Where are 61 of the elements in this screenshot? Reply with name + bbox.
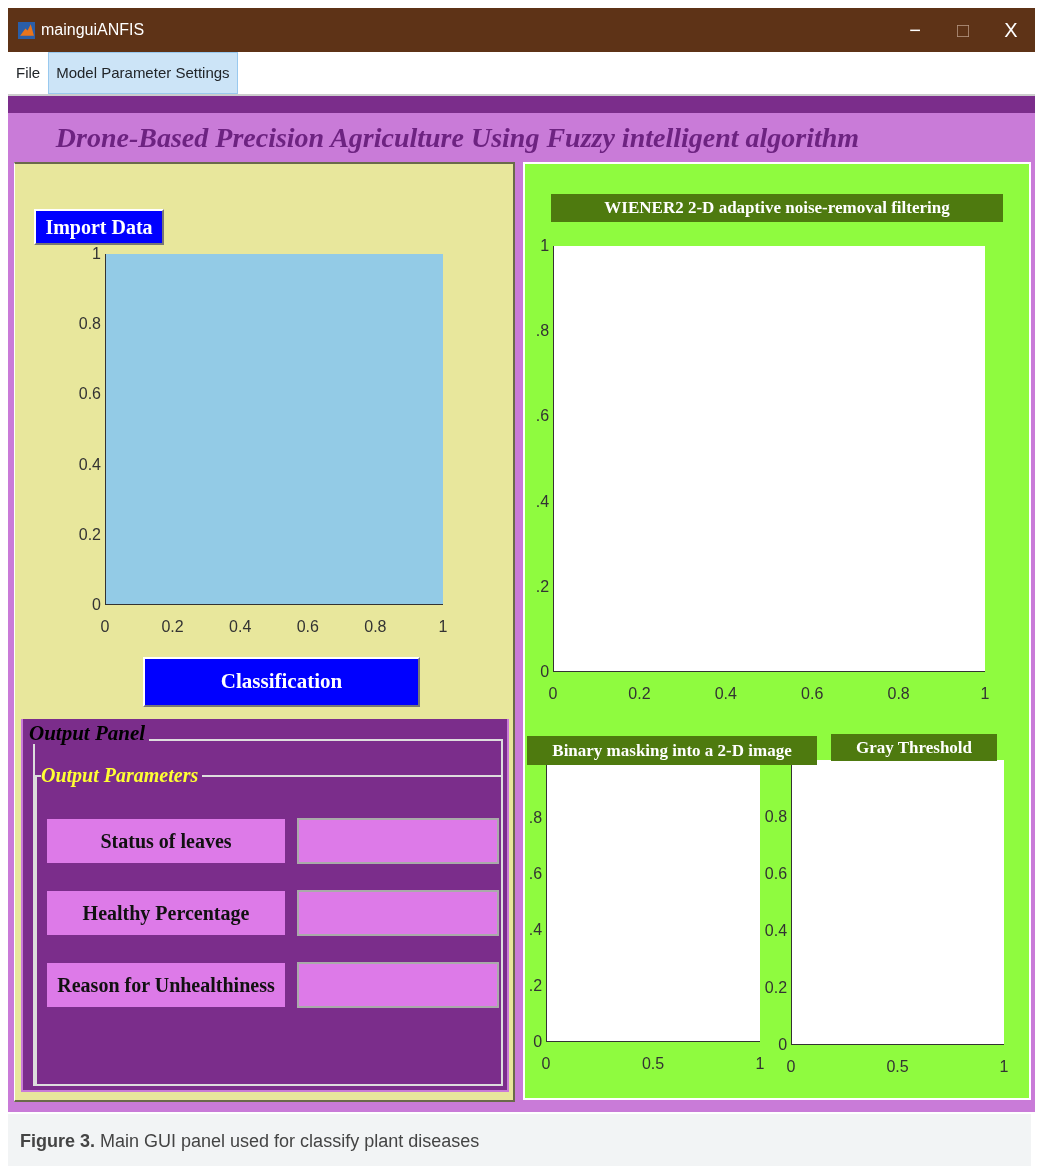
axis-tick-label: .6: [528, 866, 543, 882]
axis-tick-label: 0: [92, 597, 101, 613]
classification-button[interactable]: Classification: [143, 657, 420, 707]
axis-tick-label: 0: [541, 1056, 551, 1072]
import-data-button[interactable]: Import Data: [34, 209, 164, 245]
axis-tick-label: 0.8: [78, 316, 101, 333]
output-field[interactable]: [297, 962, 499, 1008]
window-control-button[interactable]: X: [987, 15, 1035, 45]
axis-tick-label: 1: [438, 619, 448, 635]
plot-title: WIENER2 2-D adaptive noise-removal filtering: [551, 194, 1004, 222]
axis-tick-label: 1: [980, 686, 990, 702]
axis-tick-label: 0.4: [229, 619, 252, 635]
axis-tick-label: 0.4: [78, 456, 101, 473]
axis-tick-label: 0.2: [764, 980, 788, 996]
output-field[interactable]: [297, 890, 499, 936]
axis-tick-label: .8: [528, 810, 543, 826]
app-icon: [18, 21, 35, 39]
axis-tick-label: .2: [535, 578, 550, 595]
axis-tick-label: 1: [755, 1056, 765, 1072]
output-label: Healthy Percentage: [47, 891, 285, 935]
axis-tick-label: 0: [533, 1034, 543, 1050]
axis-tick-label: 0.8: [887, 686, 910, 702]
axis-tick-label: 0.6: [78, 386, 101, 403]
axis-tick-label: 0.4: [764, 923, 788, 939]
menu-item[interactable]: File: [8, 52, 49, 94]
axis-tick-label: 0.6: [296, 619, 319, 635]
axis-tick-label: .4: [535, 493, 550, 510]
plot-title: Binary masking into a 2-D image: [527, 736, 818, 765]
window-title: mainguiANFIS: [41, 20, 145, 40]
axis-tick-label: .6: [535, 408, 550, 425]
gui-title: Drone-Based Precision Agriculture Using Fuzzy intelligent algorithm: [54, 121, 861, 155]
axis-tick-label: 0.8: [364, 619, 387, 635]
menu-item[interactable]: Model Parameter Settings: [48, 52, 238, 94]
axis-tick-label: .8: [535, 323, 550, 340]
axis-tick-label: 0.5: [886, 1059, 909, 1075]
axis-tick-label: 0.6: [764, 866, 788, 882]
axis-tick-label: 1: [999, 1059, 1009, 1075]
axis-tick-label: 0: [786, 1059, 796, 1075]
axis-tick-label: 0.8: [764, 809, 788, 825]
axis-tick-label: 0: [540, 664, 550, 680]
axis-tick-label: 0.6: [801, 686, 824, 702]
axis-tick-label: 0.5: [641, 1056, 665, 1072]
axis-tick-label: 0.4: [714, 686, 737, 702]
panel-title: Output Panel: [29, 723, 150, 744]
axis-tick-label: 0.2: [628, 686, 651, 702]
output-label: Status of leaves: [47, 819, 285, 863]
axis-tick-label: 0: [100, 619, 110, 635]
plot-title: Gray Threshold: [831, 734, 998, 761]
window-control-button[interactable]: −: [891, 15, 939, 45]
axis-tick-label: 0.2: [161, 619, 184, 635]
axis-tick-label: 1: [92, 246, 101, 262]
figure-caption: Figure 3. Main GUI panel used for classify plant diseases: [8, 1114, 1031, 1166]
axis-tick-label: 1: [540, 238, 550, 254]
axis-tick-label: .2: [528, 978, 543, 994]
axis-tick-label: 0.2: [78, 526, 101, 543]
output-label: Reason for Unhealthiness: [47, 963, 285, 1007]
axis-tick-label: 0: [778, 1037, 788, 1053]
group-title: Output Parameters: [41, 765, 203, 785]
axis-tick-label: .4: [528, 922, 543, 938]
axis-tick-label: 0: [548, 686, 558, 702]
output-field[interactable]: [297, 818, 499, 864]
